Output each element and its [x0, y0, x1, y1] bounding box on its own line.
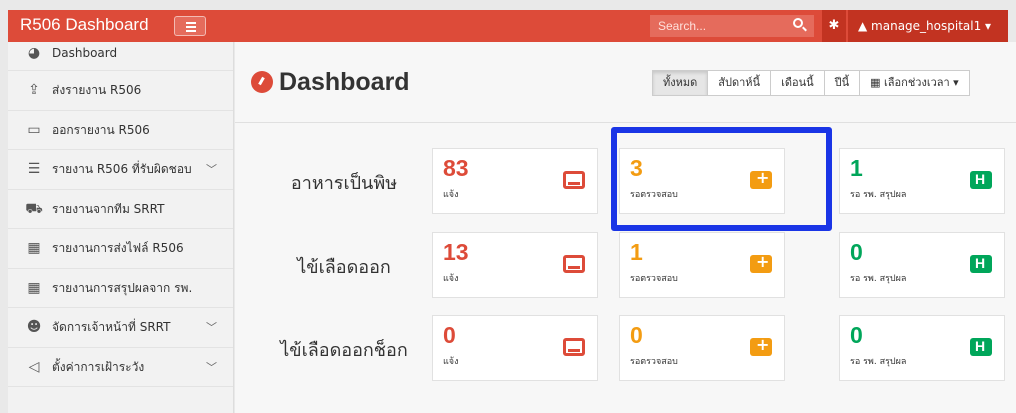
inbox-icon: [563, 171, 585, 189]
chevron-down-icon: ﹀: [206, 360, 217, 374]
highlight-box: [611, 127, 832, 231]
sidebar-item-export-report[interactable]: ▭ ออกรายงาน R506: [8, 111, 233, 150]
sidebar-item-send-report[interactable]: ⇪ ส่งรายงาน R506: [8, 71, 233, 111]
range-week-button[interactable]: สัปดาห์นี้: [708, 71, 772, 95]
sidebar-item-responsible-reports[interactable]: ☰ รายงาน R506 ที่รับผิดชอบ ﹀: [8, 150, 233, 190]
page-title: Dashboard: [251, 68, 410, 97]
search-input[interactable]: [650, 15, 814, 37]
list-icon: ☰: [27, 161, 41, 177]
hospital-icon: [970, 171, 992, 189]
stat-card-pending-hospital[interactable]: 0 รอ รพ. สรุปผล: [839, 232, 1005, 298]
sidebar-item-dashboard[interactable]: ◕ Dashboard: [8, 42, 233, 71]
gear-icon[interactable]: ✱: [822, 10, 846, 42]
ambulance-icon: [750, 335, 772, 356]
top-navbar: R506 Dashboard ✱ ▲ manage_hospital1 ▾: [8, 10, 1008, 42]
building-icon: ▦: [27, 240, 41, 256]
stat-card-pending-hospital[interactable]: 0 รอ รพ. สรุปผล: [839, 315, 1005, 381]
range-year-button[interactable]: ปีนี้: [825, 71, 861, 95]
row-label-dengue-shock: ไข้เลือดออกช็อก: [280, 340, 408, 361]
file-icon: ▭: [27, 121, 41, 138]
search-icon[interactable]: [793, 18, 803, 28]
sidebar: ◕ Dashboard ⇪ ส่งรายงาน R506 ▭ ออกรายงาน R5…: [8, 42, 234, 413]
inbox-icon: [563, 338, 585, 356]
building-icon: ▦: [27, 279, 41, 296]
stat-card-pending-check[interactable]: 0 รอตรวจสอบ: [619, 315, 785, 381]
sidebar-item-file-reports[interactable]: ▦ รายงานการส่งไฟล์ R506: [8, 229, 233, 269]
ambulance-icon: [750, 252, 772, 273]
sidebar-item-surveillance-settings[interactable]: ◁ ตั้งค่าการเฝ้าระวัง ﹀: [8, 348, 233, 387]
sidebar-item-manage-srrt[interactable]: ☻ จัดการเจ้าหน้าที่ SRRT ﹀: [8, 308, 233, 348]
stat-card-pending-hospital[interactable]: 1 รอ รพ. สรุปผล: [839, 148, 1005, 214]
inbox-icon: [563, 255, 585, 273]
menu-toggle-button[interactable]: [174, 16, 206, 36]
users-icon: ☻: [26, 319, 42, 335]
row-label-dengue: ไข้เลือดออก: [297, 257, 391, 278]
divider: [235, 122, 1016, 123]
chevron-down-icon: ﹀: [206, 321, 217, 334]
hospital-icon: [970, 338, 992, 356]
user-menu[interactable]: ▲ manage_hospital1 ▾: [848, 10, 1008, 42]
user-name: manage_hospital1 ▾: [871, 19, 992, 33]
stat-card-pending-check[interactable]: 1 รอตรวจสอบ: [619, 232, 785, 298]
range-all-button[interactable]: ทั้งหมด: [653, 71, 709, 95]
stat-card-reported[interactable]: 13 แจ้ง: [432, 232, 598, 298]
sidebar-item-srrt-reports[interactable]: ⛟ รายงานจากทีม SRRT: [8, 190, 233, 229]
stat-card-reported[interactable]: 0 แจ้ง: [432, 315, 598, 381]
sidebar-item-hospital-summary[interactable]: ▦ รายงานการสรุปผลจาก รพ.: [8, 269, 233, 308]
ambulance-icon: ⛟: [25, 200, 43, 217]
user-icon: ▲: [858, 19, 872, 33]
range-custom-button[interactable]: ▦ เลือกช่วงเวลา ▾: [860, 71, 969, 95]
brand-title[interactable]: R506 Dashboard: [20, 15, 149, 35]
hospital-icon: [970, 255, 992, 273]
chevron-down-icon: ﹀: [206, 163, 217, 176]
bullhorn-icon: ◁: [28, 358, 40, 375]
range-month-button[interactable]: เดือนนี้: [771, 71, 825, 95]
row-label-food-poisoning: อาหารเป็นพิษ: [290, 173, 398, 194]
stat-card-reported[interactable]: 83 แจ้ง: [432, 148, 598, 214]
dashboard-icon: [251, 71, 273, 93]
upload-icon: ⇪: [28, 82, 40, 98]
date-range-group: ทั้งหมด สัปดาห์นี้ เดือนนี้ ปีนี้ ▦ เลือ…: [652, 70, 970, 96]
dashboard-icon: ◕: [27, 45, 41, 61]
